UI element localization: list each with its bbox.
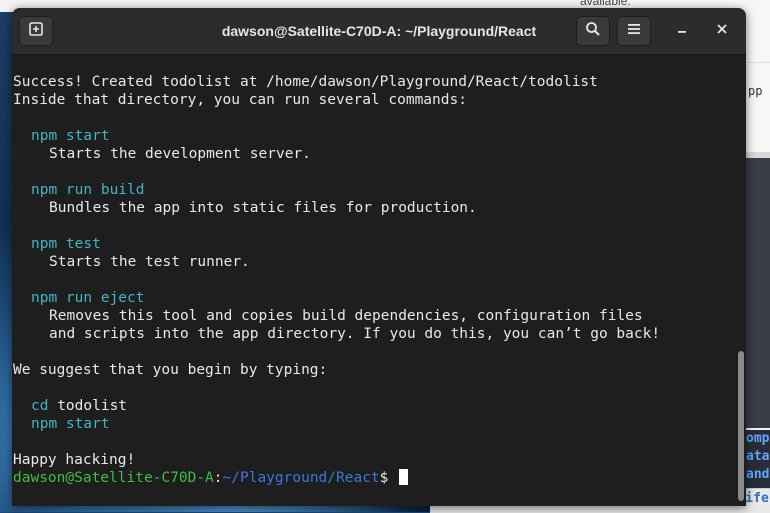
background-partial-text: available.	[580, 0, 631, 8]
editor-code-line: and	[746, 467, 770, 482]
shell-prompt[interactable]: dawson@Satellite-C70D-A:~/Playground/Rea…	[12, 469, 736, 487]
prompt-path: ~/Playground/React	[222, 470, 380, 486]
output-line: Starts the development server.	[49, 146, 311, 162]
command-line: npm test	[31, 236, 101, 252]
search-icon	[585, 21, 601, 42]
scrollbar-thumb[interactable]	[738, 351, 744, 501]
command-line: cd todolist	[12, 397, 736, 415]
output-line: Inside that directory, you can run sever…	[13, 92, 467, 108]
background-app-text: pp	[748, 84, 763, 98]
command-line: npm start	[31, 416, 110, 432]
new-tab-button[interactable]	[19, 16, 53, 46]
prompt-separator: :	[213, 470, 223, 486]
close-icon	[716, 22, 728, 40]
close-button[interactable]	[707, 16, 737, 46]
minimize-icon	[676, 22, 688, 40]
prompt-symbol: $	[379, 470, 389, 486]
terminal-output[interactable]: Success! Created todolist at /home/dawso…	[12, 55, 736, 506]
prompt-user: dawson@Satellite-C70D-A	[13, 470, 214, 486]
background-separator	[746, 62, 770, 63]
editor-code-line: omp	[746, 431, 770, 446]
scrollbar[interactable]	[736, 55, 746, 506]
output-line: Bundles the app into static files for pr…	[49, 200, 477, 216]
command-line: npm run build	[31, 182, 145, 198]
new-tab-icon	[28, 21, 44, 42]
command-argument: todolist	[57, 398, 128, 414]
output-line: Removes this tool and copies build depen…	[49, 308, 643, 324]
command-name: cd	[31, 398, 49, 414]
output-line: Success! Created todolist at /home/dawso…	[13, 74, 598, 90]
background-editor-panel	[746, 152, 770, 428]
editor-code-line: ata	[746, 449, 770, 464]
text-cursor	[399, 469, 409, 485]
output-line: Happy hacking!	[13, 452, 136, 468]
minimize-button[interactable]	[667, 16, 697, 46]
output-line: and scripts into the app directory. If y…	[49, 326, 661, 342]
command-line: npm start	[31, 128, 110, 144]
terminal-window: dawson@Satellite-C70D-A: ~/Playground/Re…	[12, 8, 746, 506]
menu-button[interactable]	[617, 16, 651, 46]
search-button[interactable]	[576, 16, 610, 46]
hamburger-menu-icon	[627, 22, 641, 40]
output-line: We suggest that you begin by typing:	[13, 362, 328, 378]
background-editor-code: omp ata and	[746, 430, 770, 490]
title-bar[interactable]: dawson@Satellite-C70D-A: ~/Playground/Re…	[12, 8, 746, 55]
command-line: npm run eject	[31, 290, 145, 306]
output-line: Starts the test runner.	[49, 254, 250, 270]
